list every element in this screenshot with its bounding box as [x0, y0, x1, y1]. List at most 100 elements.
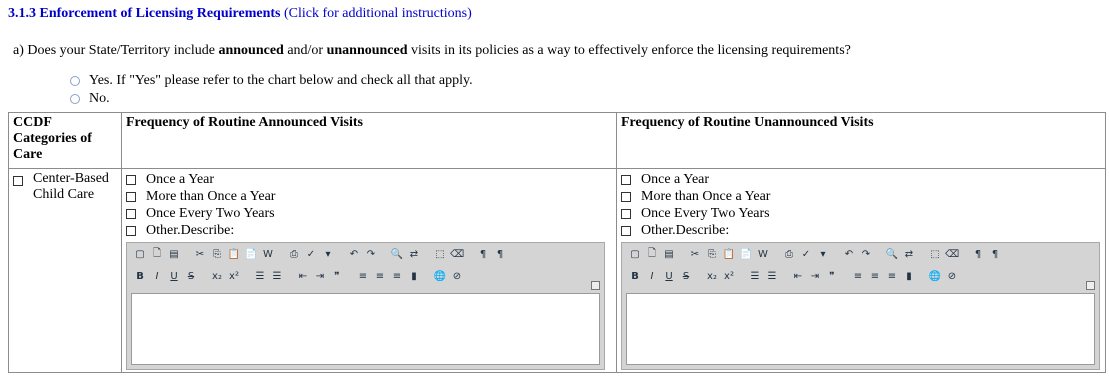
outdent-icon[interactable]: ⇤ [296, 269, 310, 283]
superscript-icon[interactable]: x² [227, 269, 241, 283]
ltr-icon[interactable]: ¶ [476, 247, 490, 261]
spellcheck-icon[interactable]: ✓ [304, 247, 318, 261]
template-icon[interactable]: ▤ [662, 247, 676, 261]
strike-icon[interactable]: S [184, 269, 198, 283]
numbered-list-icon[interactable]: ☰ [253, 269, 267, 283]
align-center-icon[interactable]: ≡ [868, 269, 882, 283]
link-icon[interactable]: 🌐 [928, 269, 942, 283]
unannounced-checkbox-2[interactable] [621, 191, 631, 202]
print-icon[interactable]: ⎙ [782, 247, 796, 261]
select-all-icon[interactable]: ⬚ [928, 247, 942, 261]
blockquote-icon[interactable]: ❞ [825, 269, 839, 283]
copy-icon[interactable]: ⎘ [705, 247, 719, 261]
subscript-icon[interactable]: x₂ [705, 269, 719, 283]
template-icon[interactable]: ▤ [167, 247, 181, 261]
justify-icon[interactable]: ▮ [407, 269, 421, 283]
unannounced-checkbox-3[interactable] [621, 208, 631, 219]
additional-instructions-link[interactable]: (Click for additional instructions) [284, 6, 472, 21]
announced-text-area[interactable] [131, 293, 600, 365]
paste-text-icon[interactable]: 📄 [244, 247, 258, 261]
announced-option-4[interactable]: Other.Describe: [126, 222, 612, 239]
find-icon[interactable]: 🔍 [390, 247, 404, 261]
align-right-icon[interactable]: ≡ [390, 269, 404, 283]
spellcheck-icon[interactable]: ✓ [799, 247, 813, 261]
underline-icon[interactable]: U [167, 269, 181, 283]
unannounced-option-1[interactable]: Once a Year [621, 171, 1101, 188]
section-title: 3.1.3 Enforcement of Licensing Requireme… [8, 6, 472, 22]
announced-option-2[interactable]: More than Once a Year [126, 188, 612, 205]
paste-icon[interactable]: 📋 [227, 247, 241, 261]
ltr-icon[interactable]: ¶ [971, 247, 985, 261]
strike-icon[interactable]: S [679, 269, 693, 283]
option-yes[interactable]: Yes. If "Yes" please refer to the chart … [70, 72, 473, 90]
indent-icon[interactable]: ⇥ [808, 269, 822, 283]
unannounced-option-3[interactable]: Once Every Two Years [621, 205, 1101, 222]
paste-word-icon[interactable]: W [261, 247, 275, 261]
remove-format-icon[interactable]: ⌫ [945, 247, 959, 261]
bold-icon[interactable]: B [133, 269, 147, 283]
align-left-icon[interactable]: ≡ [356, 269, 370, 283]
paste-icon[interactable]: 📋 [722, 247, 736, 261]
unannounced-option-4[interactable]: Other.Describe: [621, 222, 1101, 239]
superscript-icon[interactable]: x² [722, 269, 736, 283]
category-checkbox[interactable] [13, 176, 23, 186]
unannounced-text-area[interactable] [626, 293, 1095, 365]
outdent-icon[interactable]: ⇤ [791, 269, 805, 283]
announced-checkbox-4[interactable] [126, 225, 136, 236]
yes-radio[interactable] [70, 76, 80, 86]
numbered-list-icon[interactable]: ☰ [748, 269, 762, 283]
rtl-icon[interactable]: ¶ [988, 247, 1002, 261]
unannounced-option-2[interactable]: More than Once a Year [621, 188, 1101, 205]
spellcheck-menu-icon[interactable]: ▾ [816, 247, 830, 261]
announced-option-1[interactable]: Once a Year [126, 171, 612, 188]
remove-format-icon[interactable]: ⌫ [450, 247, 464, 261]
cut-icon[interactable]: ✂ [193, 247, 207, 261]
copy-icon[interactable]: ⎘ [210, 247, 224, 261]
select-all-icon[interactable]: ⬚ [433, 247, 447, 261]
align-right-icon[interactable]: ≡ [885, 269, 899, 283]
editor-resize-handle[interactable] [1086, 281, 1095, 290]
find-icon[interactable]: 🔍 [885, 247, 899, 261]
option-no[interactable]: No. [70, 90, 473, 108]
spellcheck-menu-icon[interactable]: ▾ [321, 247, 335, 261]
redo-icon[interactable]: ↷ [364, 247, 378, 261]
editor-resize-handle[interactable] [591, 281, 600, 290]
replace-icon[interactable]: ⇄ [902, 247, 916, 261]
preview-icon[interactable]: 🗋 [645, 247, 659, 261]
bold-icon[interactable]: B [628, 269, 642, 283]
underline-icon[interactable]: U [662, 269, 676, 283]
cut-icon[interactable]: ✂ [688, 247, 702, 261]
unannounced-checkbox-1[interactable] [621, 174, 631, 185]
indent-icon[interactable]: ⇥ [313, 269, 327, 283]
italic-icon[interactable]: I [645, 269, 659, 283]
unlink-icon[interactable]: ⊘ [450, 269, 464, 283]
announced-checkbox-2[interactable] [126, 191, 136, 202]
align-left-icon[interactable]: ≡ [851, 269, 865, 283]
undo-icon[interactable]: ↶ [347, 247, 361, 261]
rtl-icon[interactable]: ¶ [493, 247, 507, 261]
unannounced-option-label: Once a Year [641, 172, 710, 187]
paste-word-icon[interactable]: W [756, 247, 770, 261]
announced-checkbox-3[interactable] [126, 208, 136, 219]
announced-checkbox-1[interactable] [126, 174, 136, 185]
italic-icon[interactable]: I [150, 269, 164, 283]
source-icon[interactable]: ▢ [133, 247, 147, 261]
subscript-icon[interactable]: x₂ [210, 269, 224, 283]
blockquote-icon[interactable]: ❞ [330, 269, 344, 283]
paste-text-icon[interactable]: 📄 [739, 247, 753, 261]
unlink-icon[interactable]: ⊘ [945, 269, 959, 283]
undo-icon[interactable]: ↶ [842, 247, 856, 261]
bulleted-list-icon[interactable]: ☰ [765, 269, 779, 283]
announced-option-3[interactable]: Once Every Two Years [126, 205, 612, 222]
redo-icon[interactable]: ↷ [859, 247, 873, 261]
justify-icon[interactable]: ▮ [902, 269, 916, 283]
unannounced-checkbox-4[interactable] [621, 225, 631, 236]
no-radio[interactable] [70, 94, 80, 104]
print-icon[interactable]: ⎙ [287, 247, 301, 261]
preview-icon[interactable]: 🗋 [150, 247, 164, 261]
align-center-icon[interactable]: ≡ [373, 269, 387, 283]
link-icon[interactable]: 🌐 [433, 269, 447, 283]
bulleted-list-icon[interactable]: ☰ [270, 269, 284, 283]
replace-icon[interactable]: ⇄ [407, 247, 421, 261]
source-icon[interactable]: ▢ [628, 247, 642, 261]
